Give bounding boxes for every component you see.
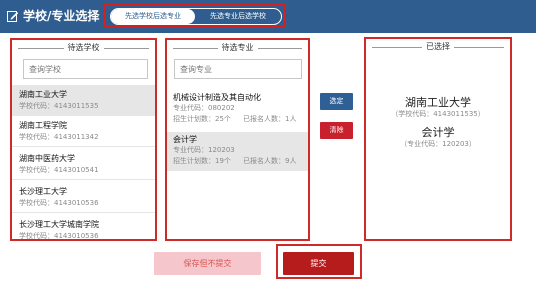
mode-major-first-tab[interactable]: 先选专业后选学校 <box>195 9 281 24</box>
major-name: 机械设计制造及其自动化 <box>173 93 261 102</box>
major-applied: 已报名人数：1人 <box>243 115 297 123</box>
major-plan: 招生计划数：25个 <box>173 115 231 123</box>
school-search-input[interactable] <box>23 59 148 79</box>
clear-button[interactable]: 清除 <box>320 122 353 139</box>
major-plan: 招生计划数：19个 <box>173 157 231 165</box>
major-applied: 已报名人数：9人 <box>243 157 297 165</box>
school-name: 湖南工业大学 <box>19 90 67 99</box>
selected-major-name: 会计学 <box>421 126 455 139</box>
school-name: 湖南工程学院 <box>19 121 67 130</box>
major-code: 专业代码：120203 <box>173 146 235 154</box>
selected-panel: 已选择 湖南工业大学 （学校代码：4143011535） 会计学 （专业代码：1… <box>364 37 512 241</box>
major-list-item[interactable]: 会计学 专业代码：120203 招生计划数：19个 已报名人数：9人 <box>167 132 308 171</box>
school-list-item[interactable]: 长沙理工大学城南学院 学校代码：4143010536 <box>12 215 155 240</box>
school-list-item[interactable]: 湖南中医药大学 学校代码：4143010541 <box>12 149 155 180</box>
school-code: 学校代码：4143011535 <box>19 102 99 110</box>
major-name: 会计学 <box>173 135 197 144</box>
submit-button[interactable]: 提交 <box>283 252 354 275</box>
major-panel-title: 待选专业 <box>217 43 258 53</box>
school-name: 长沙理工大学城南学院 <box>19 220 99 229</box>
school-list-item[interactable]: 长沙理工大学 学校代码：4143010536 <box>12 182 155 213</box>
school-code: 学校代码：4143010536 <box>19 199 99 207</box>
major-panel-legend: 待选专业 <box>167 43 308 53</box>
school-name: 湖南中医药大学 <box>19 154 75 163</box>
school-list-item[interactable]: 湖南工业大学 学校代码：4143011535 <box>12 85 155 116</box>
school-panel-legend: 待选学校 <box>12 43 155 53</box>
select-button[interactable]: 选定 <box>320 93 353 110</box>
save-without-submit-button[interactable]: 保存但不提交 <box>154 252 261 275</box>
page-title: 学校/专业选择 <box>23 9 100 23</box>
school-code: 学校代码：4143010536 <box>19 232 99 240</box>
selected-major-code: （专业代码：120203） <box>400 140 476 148</box>
major-panel: 待选专业 机械设计制造及其自动化 专业代码：080202 招生计划数：25个 已… <box>165 38 310 241</box>
school-panel-title: 待选学校 <box>63 43 104 53</box>
school-list-item[interactable]: 湖南工程学院 学校代码：4143011342 <box>12 116 155 147</box>
school-code: 学校代码：4143011342 <box>19 133 99 141</box>
major-list-item[interactable]: 机械设计制造及其自动化 专业代码：080202 招生计划数：25个 已报名人数：… <box>167 90 308 129</box>
mode-school-first-tab[interactable]: 先选学校后选专业 <box>111 9 195 24</box>
selected-panel-legend: 已选择 <box>366 42 510 52</box>
major-code: 专业代码：080202 <box>173 104 235 112</box>
selected-school-code: （学校代码：4143011535） <box>391 110 485 118</box>
school-code: 学校代码：4143010541 <box>19 166 99 174</box>
school-panel: 待选学校 湖南工业大学 学校代码：4143011535 湖南工程学院 学校代码：… <box>10 38 157 241</box>
selected-school-name: 湖南工业大学 <box>405 96 471 109</box>
edit-icon <box>7 11 19 22</box>
major-search-input[interactable] <box>174 59 302 79</box>
selected-panel-title: 已选择 <box>422 42 454 52</box>
school-name: 长沙理工大学 <box>19 187 67 196</box>
